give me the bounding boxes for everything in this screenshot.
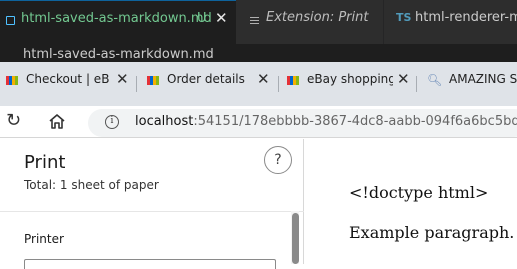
browser-tab-checkout[interactable]: Checkout | eB ✕	[6, 70, 130, 100]
browser-tab-label: AMAZING SO	[449, 72, 517, 86]
extension-preview-icon	[250, 17, 259, 24]
browser-tab-label: eBay shopping	[307, 72, 393, 86]
typescript-icon: TS	[396, 11, 412, 24]
browser-tab-label: Checkout | eB	[26, 72, 110, 86]
print-preview: <!doctype html> Example paragraph.	[305, 139, 517, 264]
editor-tab-label: html-renderer-ma	[415, 10, 517, 25]
sheet-count: Total: 1 sheet of paper	[24, 178, 159, 192]
markdown-file-icon	[6, 16, 15, 25]
browser-tab-order-details[interactable]: Order details ✕	[147, 70, 273, 100]
divider	[0, 211, 304, 212]
browser-tab-strip: Checkout | eB ✕ Order details ✕ eBay sho…	[0, 62, 517, 106]
tab-divider	[136, 76, 137, 92]
editor-tab-bar: html-saved-as-markdown.md U ✕ Extension:…	[0, 0, 517, 44]
settings-scrollbar-thumb[interactable]	[292, 213, 299, 264]
breadcrumb[interactable]: html-saved-as-markdown.md	[23, 47, 214, 63]
url-text[interactable]: localhost:54151/178ebbbb-3867-4dc8-aabb-…	[135, 114, 517, 129]
address-bar[interactable]: i localhost:54151/178ebbbb-3867-4dc8-aab…	[88, 109, 517, 137]
close-icon[interactable]: ✕	[397, 70, 410, 88]
close-icon[interactable]: ✕	[257, 70, 270, 88]
browser-tab-label: Order details	[167, 72, 245, 86]
browser-tab-amazing[interactable]: 🔍︎ AMAZING SO	[425, 70, 517, 100]
close-icon[interactable]: ✕	[215, 9, 228, 27]
reload-icon[interactable]: ↻	[6, 110, 21, 131]
browser-tab-ebay-shopping[interactable]: eBay shopping ✕	[287, 70, 413, 100]
tab-divider	[278, 76, 279, 92]
preview-paragraph: Example paragraph.	[349, 223, 515, 242]
ebay-favicon	[6, 74, 18, 86]
ebay-favicon	[287, 74, 299, 86]
editor-tab-label: html-saved-as-markdown.md	[21, 11, 212, 26]
ebay-favicon	[147, 74, 159, 86]
tab-divider	[416, 76, 417, 92]
url-path: :54151/178ebbbb-3867-4dc8-aabb-094f6a6bc…	[193, 114, 517, 129]
untracked-badge: U	[197, 11, 207, 26]
search-icon: 🔍︎	[427, 73, 443, 87]
editor-tab-markdown[interactable]: html-saved-as-markdown.md U ✕	[0, 0, 236, 44]
editor-tab-label: Extension: Print	[266, 10, 369, 25]
close-icon[interactable]: ✕	[116, 70, 129, 88]
print-settings-panel: Print Total: 1 sheet of paper ? Printer	[0, 139, 304, 269]
browser-toolbar: ↻ i localhost:54151/178ebbbb-3867-4dc8-a…	[0, 106, 517, 138]
editor-tab-extension-print[interactable]: Extension: Print	[236, 0, 384, 44]
url-host: localhost	[135, 114, 194, 129]
home-icon[interactable]	[48, 113, 66, 130]
help-button[interactable]: ?	[264, 146, 292, 174]
site-info-icon[interactable]: i	[105, 115, 119, 129]
printer-select[interactable]	[24, 259, 276, 269]
printer-label: Printer	[24, 232, 64, 246]
print-title: Print	[24, 152, 66, 173]
editor-tab-renderer[interactable]: TS html-renderer-ma	[384, 0, 517, 44]
preview-doctype-line: <!doctype html>	[349, 183, 489, 202]
page-content: Print Total: 1 sheet of paper ? Printer …	[0, 139, 517, 269]
